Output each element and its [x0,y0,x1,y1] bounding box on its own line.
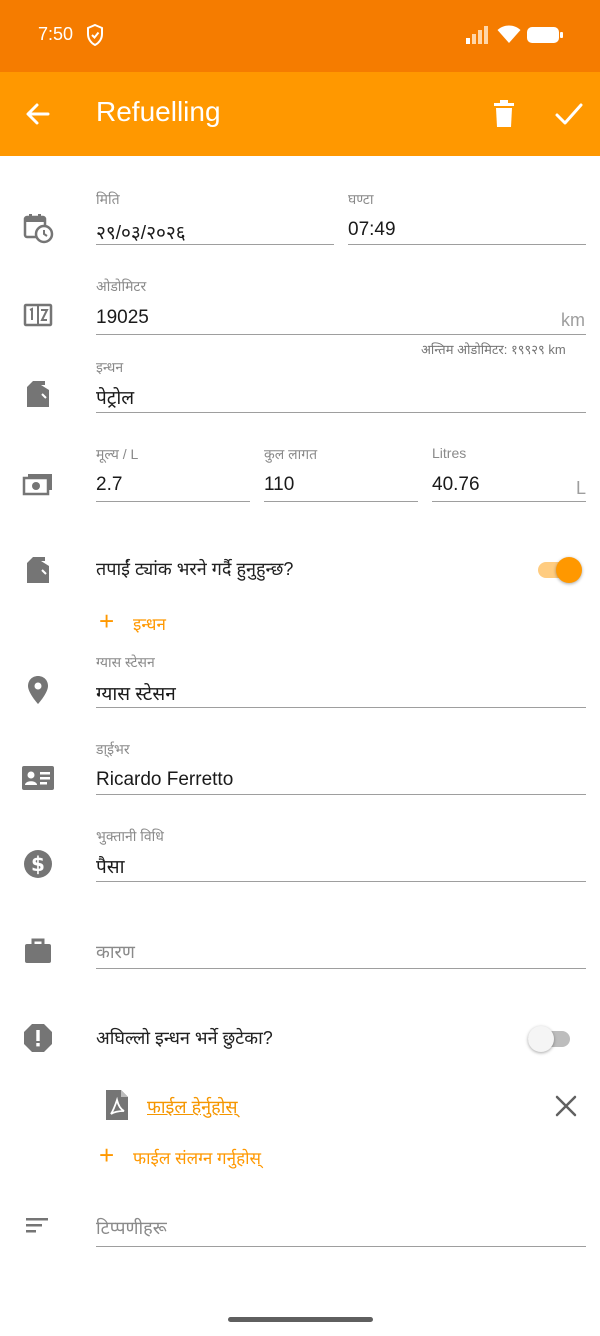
briefcase-icon [25,938,51,963]
litres-unit: L [576,478,587,498]
payment-label: भुक्तानी विधि [96,828,164,844]
date-field[interactable]: २९/०३/२०२६ [96,219,186,245]
fuel-can-icon [27,557,49,583]
driver-underline [96,794,586,795]
total-cost-label: कुल लागत [264,446,318,462]
date-underline [96,244,334,245]
shield-icon [87,24,103,46]
price-underline [96,501,250,502]
hour-field[interactable]: 07:49 [348,219,396,241]
price-field[interactable]: 2.7 [96,474,122,496]
odometer-field[interactable]: 19025 [96,307,149,329]
fuel-can-icon [27,381,49,407]
check-icon[interactable] [552,98,586,130]
missed-refuel-toggle[interactable] [528,1023,574,1053]
attach-file-plus-icon[interactable]: + [99,1140,114,1171]
full-tank-question: तपाईं ट्यांक भरने गर्दै हुनुहुन्छ? [96,559,294,579]
fuel-underline [96,412,586,413]
dollar-icon: $ [24,850,52,878]
missed-refuel-question: अघिल्लो इन्धन भर्ने छुटेका? [96,1028,273,1048]
hour-underline [348,244,586,245]
hour-label: घण्टा [348,191,374,207]
attach-file-button[interactable]: फाईल संलग्न गर्नुहोस् [133,1146,261,1169]
status-bar: 7:50 [0,0,600,72]
odometer-label: ओडोमिटर [96,278,147,294]
fuel-field[interactable]: पेट्रोल [96,384,134,410]
app-bar: Refuelling [0,72,600,156]
odometer-icon [23,303,53,327]
wifi-icon [497,25,521,43]
reason-field[interactable]: कारण [96,940,135,964]
price-label: मूल्य / L [96,446,139,462]
alert-octagon-icon [24,1024,52,1052]
total-cost-underline [264,501,418,502]
view-file-link[interactable]: फाईल हेर्नुहोस् [147,1095,238,1119]
page-title: Refuelling [96,96,221,127]
date-label: मिति [96,191,120,207]
gas-station-field[interactable]: ग्यास स्टेसन [96,680,176,706]
pdf-file-icon [106,1090,128,1120]
driver-label: डा्ईभर [96,741,130,757]
odometer-unit: km [561,310,585,330]
payment-underline [96,881,586,882]
fuel-label: इन्धन [96,359,124,375]
full-tank-toggle[interactable] [538,554,584,584]
notes-underline [96,1246,586,1247]
signal-icon [466,26,488,44]
status-time: 7:50 [38,24,74,44]
litres-underline [432,501,586,502]
location-pin-icon [28,676,48,704]
reason-underline [96,968,586,969]
driver-field[interactable]: Ricardo Ferretto [96,769,233,791]
gas-station-label: ग्यास स्टेसन [96,654,155,670]
battery-icon [527,27,563,43]
delete-icon[interactable] [488,98,520,130]
add-fuel-button[interactable]: इन्धन [133,612,166,635]
gas-station-underline [96,707,586,708]
calendar-clock-icon [23,214,54,244]
close-icon[interactable] [552,1092,580,1120]
home-indicator[interactable] [228,1317,373,1322]
litres-field[interactable]: 40.76 [432,474,480,496]
driver-card-icon [22,766,54,790]
notes-field[interactable]: टिप्पणीहरू [96,1216,167,1240]
svg-text:$: $ [31,852,45,876]
add-fuel-plus-icon[interactable]: + [99,606,114,637]
odometer-hint: अन्तिम ओडोमिटर: १९९२९ km [421,342,566,357]
back-arrow-icon[interactable] [22,98,54,130]
litres-label: Litres [432,445,467,461]
money-icon [22,474,52,496]
payment-field[interactable]: पैसा [96,853,125,879]
notes-icon [26,1218,48,1233]
odometer-underline [96,334,586,335]
total-cost-field[interactable]: 110 [264,474,294,496]
